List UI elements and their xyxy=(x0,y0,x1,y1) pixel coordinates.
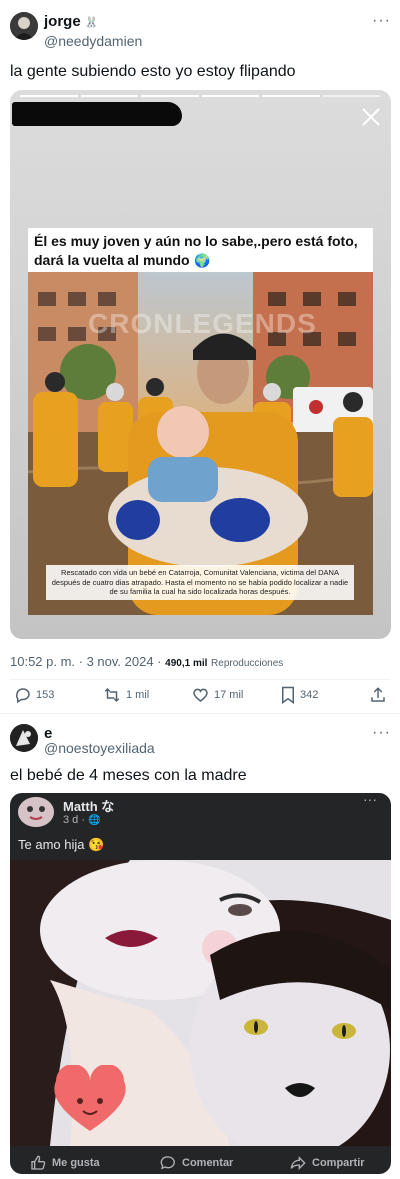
fb-photo xyxy=(10,860,391,1146)
rescue-photo: CRONLEGENDS Rescatado con vida un bebé e… xyxy=(28,272,373,615)
bunny-emoji-icon: 🐰 xyxy=(84,17,99,29)
display-name[interactable]: jorge 🐰 xyxy=(44,13,99,30)
avatar[interactable] xyxy=(10,724,38,752)
fb-post-image[interactable]: Matth な 3 d · 🌐 ··· Te amo hija 😘 Me gus… xyxy=(10,793,391,1174)
heart-icon xyxy=(193,688,208,702)
like-count: 17 mil xyxy=(214,689,244,701)
globe-icon: 🌐 xyxy=(88,815,101,826)
fb-post-meta: 3 d · 🌐 xyxy=(63,814,101,826)
story-image[interactable]: Él es muy joven y aún no lo sabe,.pero e… xyxy=(10,90,391,639)
views-count: 490,1 mil xyxy=(165,658,208,669)
more-options-icon[interactable]: ··· xyxy=(372,12,391,30)
fb-comment-label: Comentar xyxy=(182,1157,234,1169)
fb-author-name: Matth な xyxy=(63,799,115,814)
fb-avatar xyxy=(18,797,54,827)
share-arrow-icon xyxy=(290,1156,306,1170)
tweet-metadata: 10:52 p. m. · 3 nov. 2024 · 490,1 mil Re… xyxy=(10,654,283,669)
thumbs-up-icon xyxy=(31,1155,46,1170)
tweet-text: la gente subiendo esto yo estoy flipando xyxy=(10,63,296,80)
bookmark-count: 342 xyxy=(300,689,319,701)
story-headline-box: Él es muy joven y aún no lo sabe,.pero e… xyxy=(28,228,373,272)
reply-icon xyxy=(15,688,30,704)
handle[interactable]: @noestoyexiliada xyxy=(44,740,155,756)
display-name-text: jorge xyxy=(44,13,81,30)
bookmark-icon xyxy=(282,686,294,704)
more-options-icon[interactable]: ··· xyxy=(372,724,391,742)
tweet-timestamp[interactable]: 10:52 p. m. · 3 nov. 2024 · xyxy=(10,654,162,669)
fb-post-text: Te amo hija 😘 xyxy=(18,837,104,853)
retweet-count: 1 mil xyxy=(126,689,150,701)
divider xyxy=(10,679,390,680)
fb-like-button: Me gusta xyxy=(30,1155,100,1171)
story-progress-bars xyxy=(20,95,380,97)
share-icon xyxy=(371,687,385,702)
fb-post-time: 3 d · xyxy=(63,814,89,826)
share-button[interactable] xyxy=(369,686,387,709)
photo-watermark: CRONLEGENDS xyxy=(88,308,317,339)
like-button[interactable]: 17 mil xyxy=(191,686,243,704)
redacted-username xyxy=(12,102,182,126)
handle[interactable]: @needydamien xyxy=(44,33,142,49)
retweet-icon xyxy=(104,687,120,703)
fb-more-icon: ··· xyxy=(363,793,377,807)
kiss-emoji-icon: 😘 xyxy=(88,837,105,852)
tweet-text: el bebé de 4 meses con la madre xyxy=(10,767,247,784)
globe-emoji-icon: 🌍 xyxy=(194,253,211,268)
comment-icon xyxy=(160,1156,175,1170)
bookmark-button[interactable]: 342 xyxy=(280,686,318,704)
close-icon[interactable] xyxy=(360,106,382,133)
avatar[interactable] xyxy=(10,12,38,40)
fb-comment-button: Comentar xyxy=(160,1155,233,1171)
heart-sticker-icon xyxy=(50,1064,130,1140)
divider xyxy=(0,713,400,714)
reply-count: 153 xyxy=(36,689,55,701)
views-label: Reproducciones xyxy=(211,658,284,669)
reply-button[interactable]: 153 xyxy=(14,686,54,704)
retweet-button[interactable]: 1 mil xyxy=(102,686,149,704)
photo-caption: Rescatado con vida un bebé en Catarroja,… xyxy=(46,565,354,600)
fb-share-button: Compartir xyxy=(290,1155,365,1171)
fb-like-label: Me gusta xyxy=(52,1157,100,1169)
fb-post-caption: Te amo hija xyxy=(18,837,85,852)
fb-share-label: Compartir xyxy=(312,1157,365,1169)
